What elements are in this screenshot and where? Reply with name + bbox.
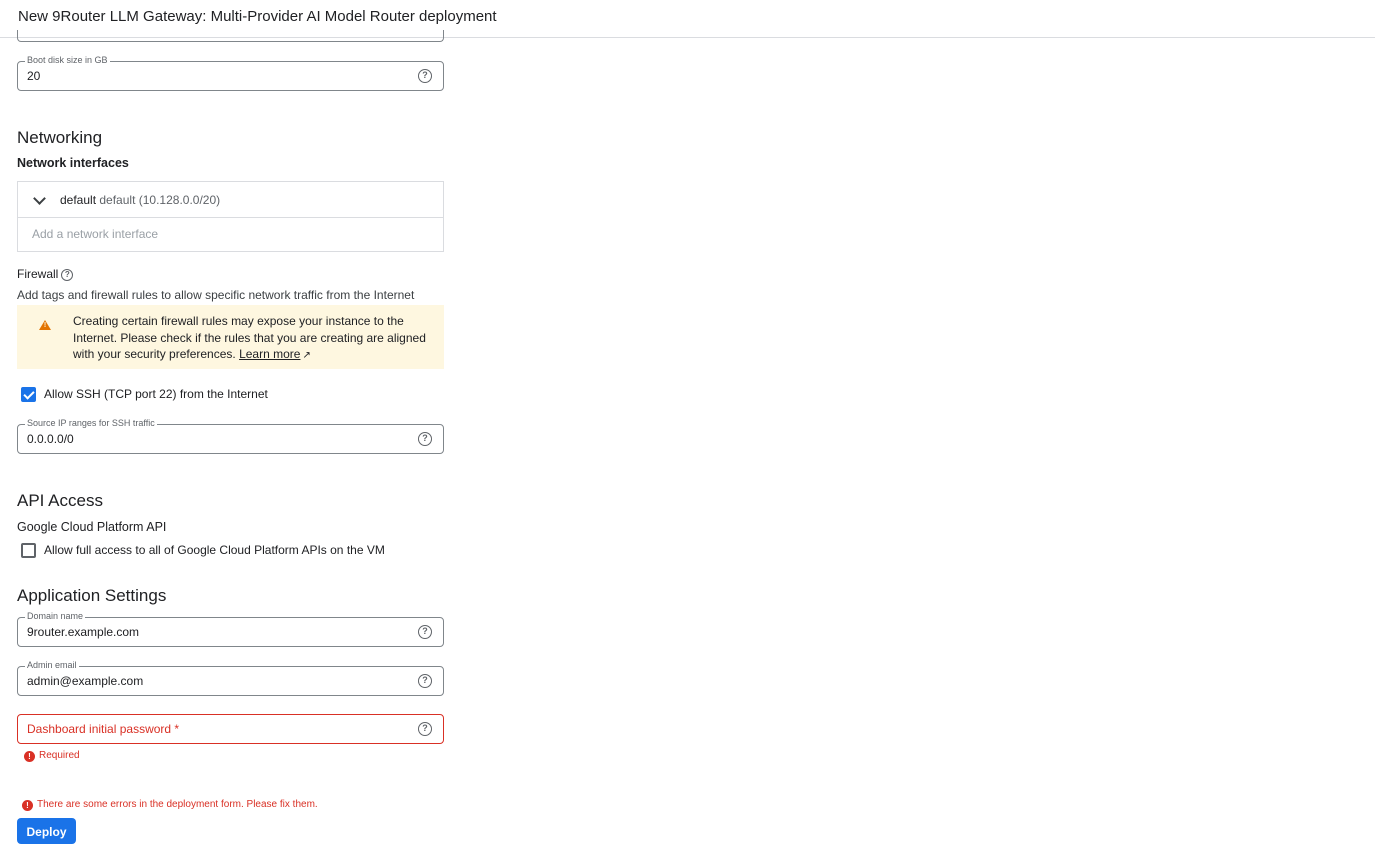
form-error-text: There are some errors in the deployment … — [37, 799, 318, 810]
domain-name-value[interactable]: 9router.example.com — [27, 625, 139, 639]
error-icon: ! — [24, 751, 35, 762]
firewall-heading: Firewall? — [17, 267, 74, 281]
gcp-api-heading: Google Cloud Platform API — [17, 520, 167, 534]
deploy-button[interactable]: Deploy — [17, 818, 76, 844]
admin-email-label: Admin email — [25, 659, 79, 671]
boot-disk-size-label: Boot disk size in GB — [25, 54, 110, 66]
network-interfaces-heading: Network interfaces — [17, 156, 129, 170]
network-interfaces-list: default default (10.128.0.0/20) Add a ne… — [17, 181, 444, 252]
firewall-description: Add tags and firewall rules to allow spe… — [17, 288, 415, 302]
domain-name-field[interactable]: Domain name 9router.example.com ? — [17, 610, 444, 647]
ssh-source-ip-field[interactable]: Source IP ranges for SSH traffic 0.0.0.0… — [17, 417, 444, 454]
learn-more-link[interactable]: Learn more — [239, 347, 300, 361]
previous-field-edge — [17, 30, 444, 42]
help-icon[interactable]: ? — [418, 432, 432, 446]
full-api-access-checkbox[interactable] — [21, 543, 36, 558]
allow-ssh-checkbox[interactable] — [21, 387, 36, 402]
help-icon[interactable]: ? — [418, 625, 432, 639]
firewall-label: Firewall — [17, 267, 59, 281]
network-interface-detail: default (10.128.0.0/20) — [99, 193, 221, 207]
boot-disk-size-value[interactable]: 20 — [27, 69, 40, 83]
networking-heading: Networking — [17, 128, 103, 147]
admin-email-field[interactable]: Admin email admin@example.com ? — [17, 659, 444, 696]
application-settings-heading: Application Settings — [17, 586, 167, 605]
dashboard-password-field[interactable]: Dashboard initial password * ? — [17, 714, 444, 744]
help-icon[interactable]: ? — [418, 69, 432, 83]
help-icon[interactable]: ? — [418, 722, 432, 736]
api-access-heading: API Access — [17, 491, 103, 510]
dashboard-password-placeholder[interactable]: Dashboard initial password * — [27, 722, 179, 736]
ssh-source-ip-value[interactable]: 0.0.0.0/0 — [27, 432, 74, 446]
password-error-message: ! Required — [24, 750, 80, 762]
add-network-interface-button[interactable]: Add a network interface — [32, 227, 158, 241]
ssh-source-ip-label: Source IP ranges for SSH traffic — [25, 417, 157, 429]
boot-disk-size-field[interactable]: Boot disk size in GB 20 ? — [17, 54, 444, 91]
domain-name-label: Domain name — [25, 610, 86, 622]
page-title: New 9Router LLM Gateway: Multi-Provider … — [18, 8, 497, 25]
password-error-text: Required — [39, 750, 80, 761]
network-interface-row[interactable]: default default (10.128.0.0/20) — [18, 182, 443, 218]
network-interface-name: default — [60, 193, 97, 207]
form-error-message: ! There are some errors in the deployment… — [22, 799, 318, 811]
help-icon[interactable]: ? — [418, 674, 432, 688]
external-link-icon: ↗ — [302, 350, 311, 361]
help-icon[interactable]: ? — [61, 269, 74, 281]
error-icon: ! — [22, 800, 33, 811]
allow-ssh-label[interactable]: Allow SSH (TCP port 22) from the Interne… — [44, 387, 268, 401]
firewall-warning-banner: ! Creating certain firewall rules may ex… — [17, 305, 444, 369]
chevron-down-icon[interactable] — [33, 192, 46, 205]
admin-email-value[interactable]: admin@example.com — [27, 674, 143, 688]
full-api-access-label[interactable]: Allow full access to all of Google Cloud… — [44, 543, 385, 557]
